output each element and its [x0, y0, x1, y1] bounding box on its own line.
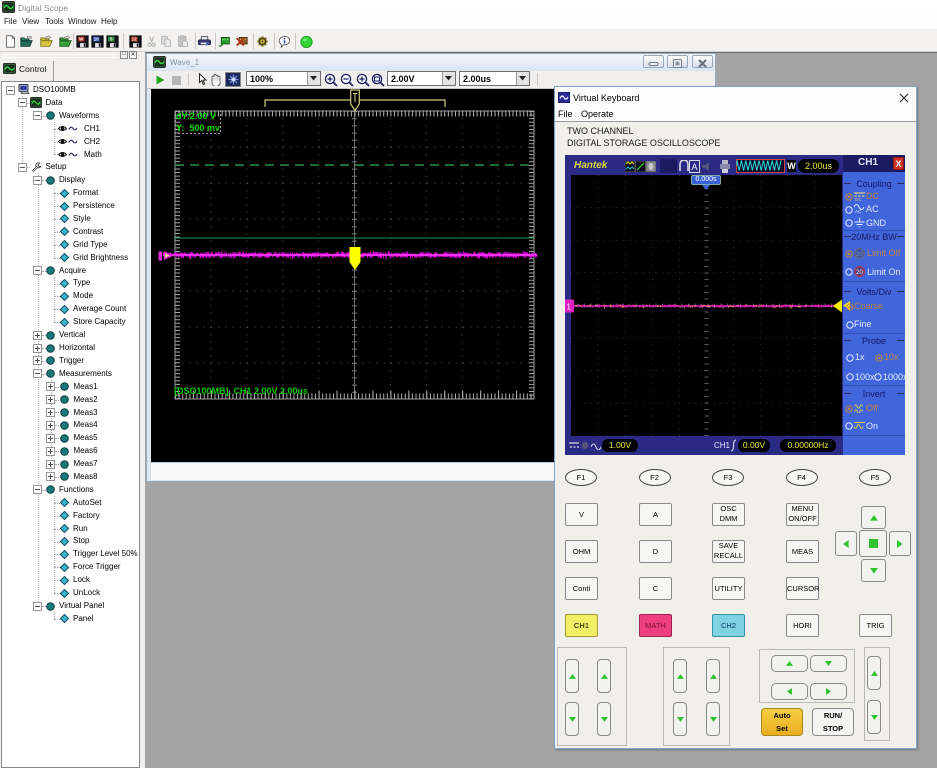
svg-text:dY:2.00 V: dY:2.00 V — [176, 111, 216, 121]
svg-text:1: 1 — [567, 303, 572, 312]
svg-text:[DSO100MB], CH1 2.00V 2.00us: [DSO100MB], CH1 2.00V 2.00us — [174, 386, 308, 396]
svg-text:S: S — [110, 37, 113, 42]
svg-text:10: 10 — [94, 37, 99, 42]
svg-text:12: 12 — [132, 37, 137, 42]
svg-text:AC: AC — [855, 209, 862, 213]
svg-text:20: 20 — [856, 252, 863, 258]
svg-text:Y: 500 mv: Y: 500 mv — [176, 123, 220, 133]
svg-text:20: 20 — [856, 270, 863, 276]
svg-text:DC: DC — [855, 197, 862, 201]
